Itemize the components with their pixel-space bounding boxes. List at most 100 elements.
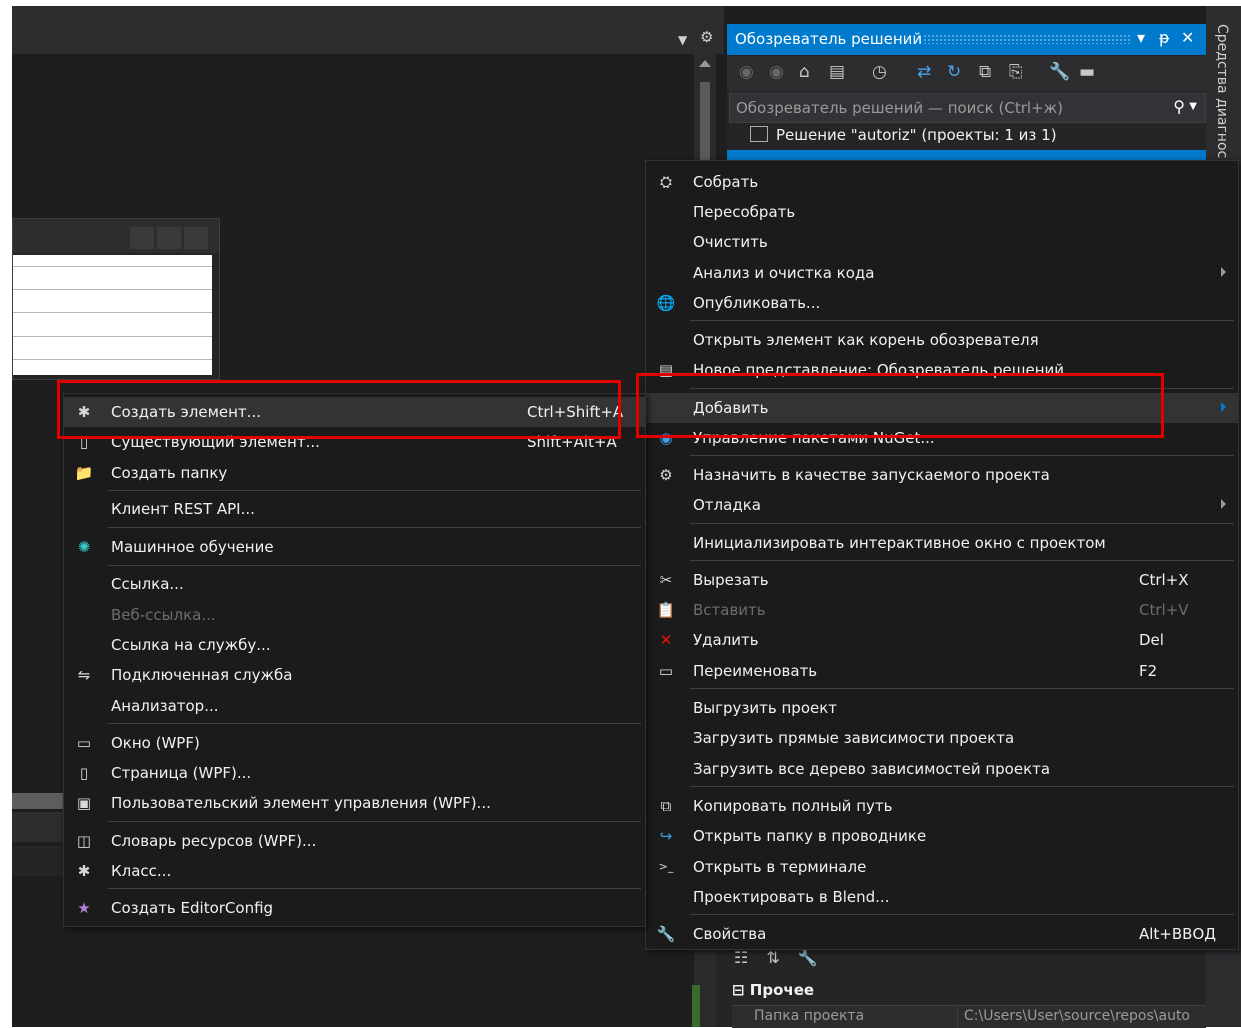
new-folder-icon: 📁 (74, 464, 94, 482)
designer-close-button[interactable] (184, 227, 208, 249)
pending-changes-icon[interactable]: ◷ (872, 62, 887, 82)
menu-item-menuR-21[interactable]: >_ Открыть в терминале (646, 852, 1238, 882)
rename-icon: ▭ (658, 662, 674, 680)
diagnostics-side-tab[interactable]: Средства диагнос (1214, 24, 1230, 158)
designer-canvas[interactable] (13, 255, 212, 375)
menu-item-menuR-23[interactable]: 🔧 Свойства Alt+ВВОД (646, 919, 1238, 949)
menu-item-shortcut: Ctrl+V (1139, 601, 1189, 619)
menu-item-menuL-6: Веб-ссылка... (64, 600, 645, 630)
wpf-window-icon: ▭ (76, 734, 92, 752)
highlight-box-new-item (57, 380, 621, 439)
menu-item-label: Создать EditorConfig (111, 899, 274, 917)
menu-item-label: Создать папку (111, 464, 228, 482)
refresh-icon[interactable]: ↻ (947, 62, 961, 82)
menu-item-menuL-9[interactable]: Анализатор... (64, 691, 645, 721)
menu-item-menuR-10[interactable]: Отладка (646, 490, 1238, 520)
submenu-arrow-icon (1221, 402, 1226, 412)
solution-node[interactable]: Решение "autoriz" (проекты: 1 из 1) (750, 126, 1057, 144)
menu-item-menuL-10[interactable]: ▭ Окно (WPF) (64, 728, 645, 758)
ml-icon: ✺ (77, 538, 91, 556)
menu-item-menuL-11[interactable]: ▯ Страница (WPF)... (64, 758, 645, 788)
solution-icon (750, 126, 768, 142)
menu-item-label: Класс... (111, 862, 172, 880)
menu-item-menuR-4[interactable]: 🌐 Опубликовать... (646, 288, 1238, 318)
menu-item-menuL-12[interactable]: ▣ Пользовательский элемент управления (WP… (64, 788, 645, 818)
menu-item-menuL-3[interactable]: Клиент REST API... (64, 494, 645, 524)
panel-band (12, 812, 64, 842)
menu-item-menuL-5[interactable]: Ссылка... (64, 569, 645, 599)
menu-item-menuR-12[interactable]: ✂ Вырезать Ctrl+X (646, 565, 1238, 595)
search-input-placeholder: Обозреватель решений — поиск (Ctrl+ж) (736, 99, 1063, 117)
menu-separator (108, 565, 641, 566)
scroll-up-arrow-icon[interactable] (699, 60, 711, 67)
menu-item-menuR-3[interactable]: Анализ и очистка кода (646, 258, 1238, 288)
menu-item-menuL-15[interactable]: ★ Создать EditorConfig (64, 893, 645, 923)
window-position-dropdown-icon[interactable]: ▾ (1137, 28, 1145, 47)
editorconfig-icon: ★ (77, 899, 91, 917)
menu-item-menuL-2[interactable]: 📁 Создать папку (64, 458, 645, 488)
property-category[interactable]: ⊟ Прочее (732, 981, 814, 999)
settings-gear-icon[interactable]: ⚙ (700, 28, 713, 46)
forward-icon[interactable]: ◉ (769, 62, 784, 82)
solution-explorer-title: Обозреватель решений (735, 30, 923, 48)
search-options-dropdown-icon[interactable]: ▼ (1189, 101, 1197, 112)
menu-item-label: Ссылка на службу... (111, 636, 271, 654)
menu-item-menuL-8[interactable]: ⇋ Подключенная служба (64, 660, 645, 690)
menu-item-menuR-14[interactable]: ✕ Удалить Del (646, 625, 1238, 655)
preview-icon[interactable]: ▬ (1079, 62, 1095, 82)
property-separator (957, 1006, 958, 1028)
switch-views-icon[interactable]: ▤ (829, 62, 845, 82)
property-row[interactable]: Папка проекта C:\Users\User\source\repos… (732, 1005, 1206, 1028)
sync-icon[interactable]: ⇄ (917, 62, 931, 82)
add-submenu: ✱ Создать элемент... Ctrl+Shift+A ▯ Существу… (63, 393, 646, 927)
menu-item-menuR-1[interactable]: Пересобрать (646, 197, 1238, 227)
menu-item-label: Удалить (693, 631, 759, 649)
menu-separator (690, 523, 1234, 524)
menu-item-menuR-19[interactable]: ⧉ Копировать полный путь (646, 791, 1238, 821)
menu-item-menuR-20[interactable]: ↪ Открыть папку в проводнике (646, 821, 1238, 851)
menu-item-label: Клиент REST API... (111, 500, 255, 518)
collapse-all-icon[interactable]: ⧉ (979, 62, 991, 82)
menu-item-menuL-14[interactable]: ✱ Класс... (64, 856, 645, 886)
wpf-page-icon: ▯ (79, 764, 89, 782)
properties-wrench-icon[interactable]: 🔧 (1049, 62, 1070, 82)
menu-item-menuR-0[interactable]: ⛭ Собрать (646, 167, 1238, 197)
menu-item-menuL-7[interactable]: Ссылка на службу... (64, 630, 645, 660)
menu-item-menuR-11[interactable]: Инициализировать интерактивное окно с пр… (646, 528, 1238, 558)
property-pages-icon[interactable]: 🔧 (798, 948, 818, 967)
menu-separator (690, 786, 1234, 787)
solution-explorer-search[interactable]: Обозреватель решений — поиск (Ctrl+ж) ⚲ … (729, 93, 1206, 123)
menu-item-menuR-17[interactable]: Загрузить прямые зависимости проекта (646, 723, 1238, 753)
menu-item-label: Словарь ресурсов (WPF)... (111, 832, 317, 850)
menu-item-menuL-13[interactable]: ◫ Словарь ресурсов (WPF)... (64, 826, 645, 856)
editor-tab-strip (12, 6, 724, 54)
panel-band (12, 793, 64, 809)
menu-item-menuR-15[interactable]: ▭ Переименовать F2 (646, 656, 1238, 686)
close-icon[interactable]: ✕ (1181, 28, 1194, 47)
menu-item-menuR-9[interactable]: ⚙ Назначить в качестве запускаемого проек… (646, 460, 1238, 490)
home-icon[interactable]: ⌂ (799, 62, 810, 82)
menu-item-menuL-4[interactable]: ✺ Машинное обучение (64, 532, 645, 562)
highlight-box-add (636, 373, 1164, 438)
pin-icon[interactable]: ᵽ (1159, 28, 1170, 47)
alphabetical-icon[interactable]: ⇅ (766, 948, 779, 967)
show-all-files-icon[interactable]: ⎘ (1009, 62, 1023, 82)
window-list-dropdown-icon[interactable]: ▼ (678, 33, 687, 47)
menu-item-menuR-16[interactable]: Выгрузить проект (646, 693, 1238, 723)
designer-minimize-button[interactable] (130, 227, 154, 249)
back-icon[interactable]: ◉ (739, 62, 754, 82)
menu-item-menuR-5[interactable]: Открыть элемент как корень обозревателя (646, 325, 1238, 355)
categorized-icon[interactable]: ☷ (734, 948, 748, 967)
designer-maximize-button[interactable] (157, 227, 181, 249)
copy-path-icon: ⧉ (660, 797, 672, 815)
designer-title-bar (13, 219, 219, 253)
submenu-arrow-icon (1221, 267, 1226, 277)
menu-separator (690, 914, 1234, 915)
menu-item-menuR-22[interactable]: Проектировать в Blend... (646, 882, 1238, 912)
menu-item-menuR-13: 📋 Вставить Ctrl+V (646, 595, 1238, 625)
menu-item-menuR-18[interactable]: Загрузить все дерево зависимостей проект… (646, 754, 1238, 784)
designer-grid-line (13, 289, 212, 290)
menu-item-menuR-2[interactable]: Очистить (646, 227, 1238, 257)
user-control-icon: ▣ (76, 794, 92, 812)
search-icon[interactable]: ⚲ (1173, 97, 1185, 116)
